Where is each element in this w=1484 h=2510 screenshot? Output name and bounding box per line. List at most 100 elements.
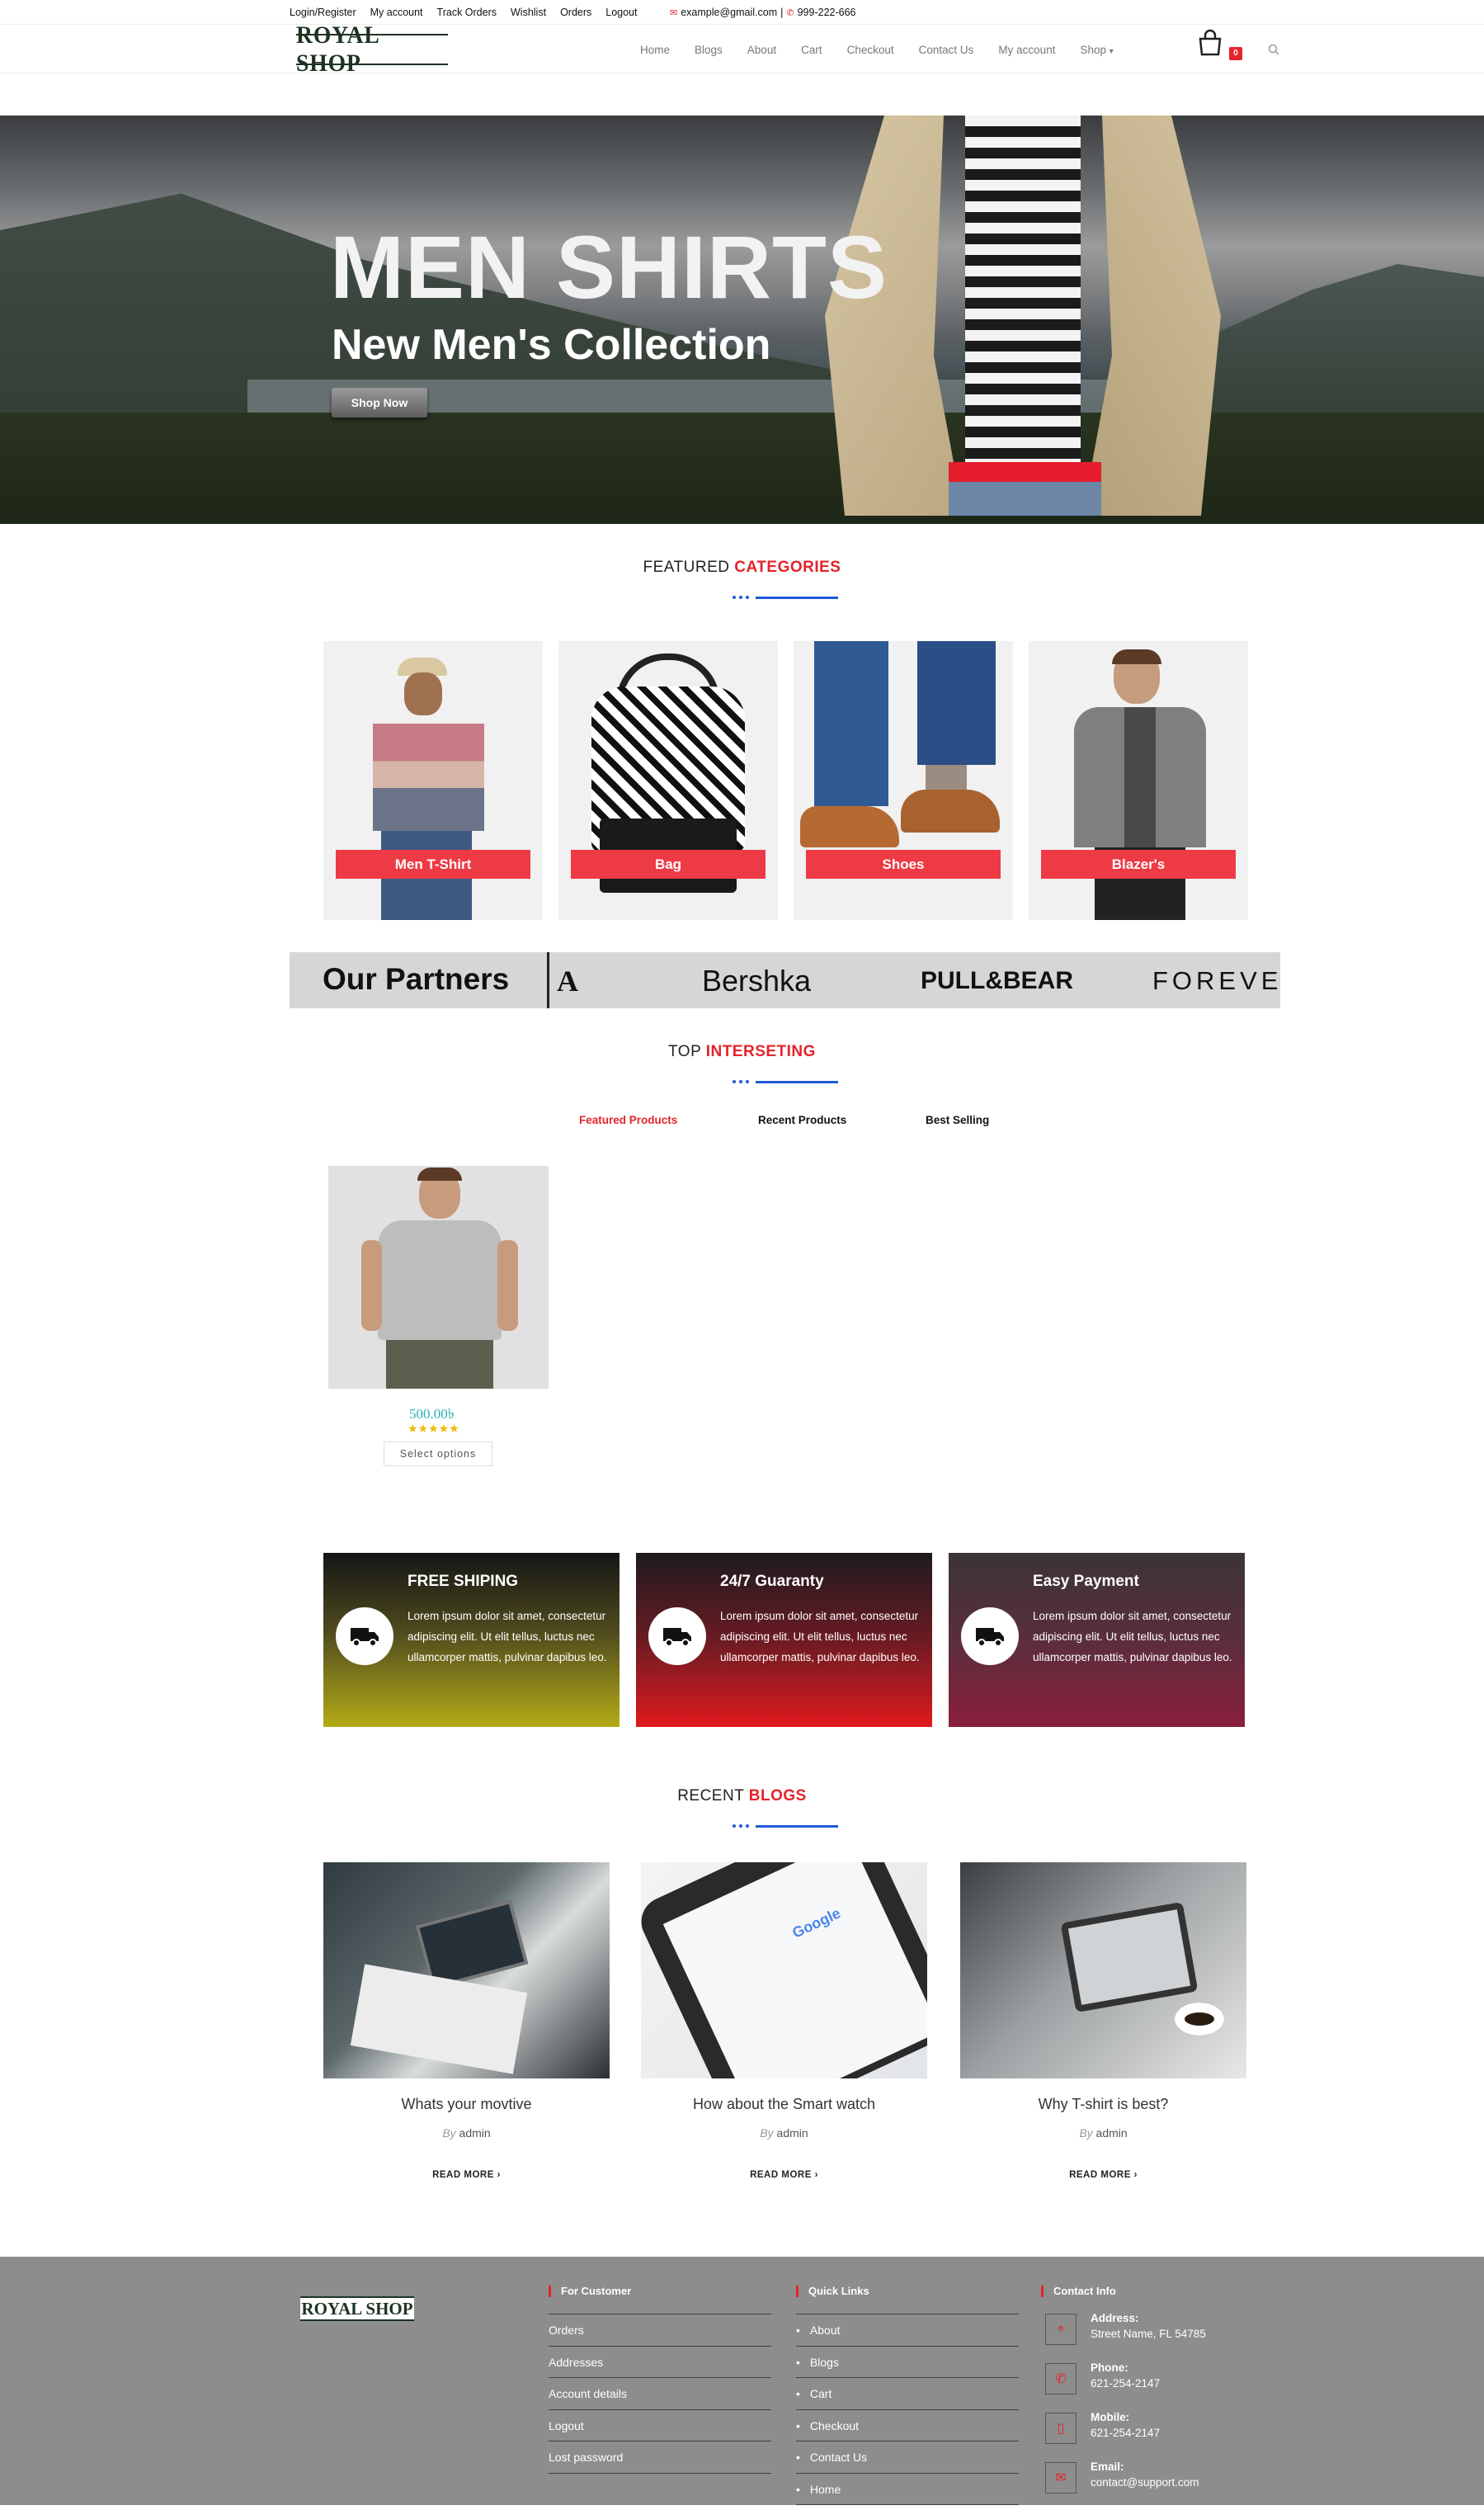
by-label: By (760, 2126, 774, 2140)
contact-value[interactable]: 621-254-2147 (1091, 2427, 1160, 2439)
blog-author: By admin (323, 2126, 610, 2140)
footer-link-orders[interactable]: Orders (549, 2324, 584, 2337)
footer-column-title: Quick Links (796, 2286, 1019, 2297)
contact-value[interactable]: contact@support.com (1091, 2476, 1199, 2489)
read-more-label: READ MORE (1069, 2170, 1131, 2180)
feature-box-payment: Easy Payment Lorem ipsum dolor sit amet,… (949, 1553, 1245, 1727)
contact-label: Phone: (1091, 2361, 1128, 2374)
footer-quick-links-column: Quick Links About Blogs Cart Checkout Co… (796, 2286, 1019, 2505)
nav-cart[interactable]: Cart (801, 44, 822, 56)
title-red: CATEGORIES (734, 559, 841, 576)
title-plain: FEATURED (643, 559, 730, 576)
nav-blogs[interactable]: Blogs (695, 44, 723, 56)
truck-icon (648, 1607, 706, 1665)
blog-title[interactable]: Whats your movtive (323, 2096, 610, 2113)
author-name[interactable]: admin (1096, 2126, 1128, 2140)
blog-image[interactable]: Google (641, 1862, 927, 2078)
read-more-link[interactable]: READ MORE › (323, 2170, 610, 2180)
chevron-right-icon: › (1133, 2170, 1138, 2180)
logout-link[interactable]: Logout (605, 7, 637, 18)
author-name[interactable]: admin (777, 2126, 808, 2140)
nav-about[interactable]: About (747, 44, 776, 56)
email-icon: ✉ (670, 7, 678, 18)
read-more-link[interactable]: READ MORE › (641, 2170, 927, 2180)
partner-logo[interactable]: A (557, 964, 578, 998)
category-men-tshirt[interactable]: Men T-Shirt (323, 641, 543, 920)
title-red: INTERSETING (705, 1043, 816, 1060)
blog-author: By admin (641, 2126, 927, 2140)
tab-recent-products[interactable]: Recent Products (758, 1114, 846, 1126)
footer-link-checkout[interactable]: Checkout (810, 2419, 859, 2432)
footer-link-lost-password[interactable]: Lost password (549, 2451, 623, 2464)
shopping-bag-icon (1199, 29, 1222, 56)
track-orders-link[interactable]: Track Orders (437, 7, 497, 18)
hero-title: MEN SHIRTS (330, 217, 888, 317)
partner-logo[interactable]: FOREVE (1152, 966, 1280, 996)
footer-link-blogs[interactable]: Blogs (810, 2356, 839, 2369)
author-name[interactable]: admin (459, 2126, 491, 2140)
nav-home[interactable]: Home (640, 44, 670, 56)
category-image (373, 658, 484, 920)
wishlist-link[interactable]: Wishlist (511, 7, 546, 18)
hero-forest (0, 413, 1484, 524)
tab-best-selling[interactable]: Best Selling (926, 1114, 989, 1126)
read-more-label: READ MORE (750, 2170, 812, 2180)
blog-image[interactable] (960, 1862, 1246, 2078)
email-icon: ✉ (1045, 2462, 1076, 2493)
footer-link-home[interactable]: Home (810, 2483, 841, 2496)
orders-link[interactable]: Orders (560, 7, 591, 18)
footer-logo[interactable]: ROYAL SHOP (300, 2296, 414, 2321)
feature-title: Easy Payment (1033, 1573, 1139, 1590)
read-more-link[interactable]: READ MORE › (960, 2170, 1246, 2180)
shop-now-button[interactable]: Shop Now (332, 388, 427, 418)
hero-banner: MEN SHIRTS New Men's Collection Shop Now (0, 116, 1484, 524)
chevron-down-icon: ▾ (1109, 47, 1114, 56)
select-options-button[interactable]: Select options (384, 1441, 492, 1466)
contact-label: Mobile: (1091, 2411, 1130, 2423)
top-phone: 999-222-666 (797, 7, 856, 18)
nav-my-account[interactable]: My account (998, 44, 1055, 56)
chevron-right-icon: › (497, 2170, 501, 2180)
contact-value[interactable]: 621-254-2147 (1091, 2377, 1160, 2390)
truck-icon (336, 1607, 393, 1665)
title-plain: TOP (668, 1043, 701, 1060)
chevron-right-icon: › (814, 2170, 818, 2180)
category-blazers[interactable]: Blazer's (1029, 641, 1248, 920)
site-footer: ROYAL SHOP For Customer Orders Addresses… (0, 2257, 1484, 2505)
contact-email: ✉ Email: contact@support.com (1041, 2460, 1288, 2510)
by-label: By (1079, 2126, 1093, 2140)
login-register-link[interactable]: Login/Register (290, 7, 356, 18)
product-image[interactable] (328, 1166, 549, 1389)
nav-contact[interactable]: Contact Us (919, 44, 974, 56)
nav-checkout[interactable]: Checkout (847, 44, 894, 56)
blog-image[interactable] (323, 1862, 610, 2078)
tab-featured-products[interactable]: Featured Products (579, 1114, 677, 1126)
top-contact: ✉ example@gmail.com | ✆ 999-222-666 (670, 7, 856, 18)
category-bag[interactable]: Bag (558, 641, 778, 920)
footer-link-contact[interactable]: Contact Us (810, 2451, 867, 2464)
search-icon[interactable] (1268, 44, 1279, 59)
footer-link-account-details[interactable]: Account details (549, 2387, 627, 2400)
partner-logo[interactable]: PULL&BEAR (921, 967, 1073, 995)
top-links: Login/Register My account Track Orders W… (290, 7, 638, 18)
blog-title[interactable]: Why T-shirt is best? (960, 2096, 1246, 2113)
footer-link-cart[interactable]: Cart (810, 2387, 832, 2400)
footer-column-title: Contact Info (1041, 2286, 1288, 2297)
contact-value: Street Name, FL 54785 (1091, 2328, 1206, 2340)
footer-link-about[interactable]: About (810, 2324, 841, 2337)
category-shoes[interactable]: Shoes (794, 641, 1013, 920)
footer-link-logout[interactable]: Logout (549, 2419, 584, 2432)
contact-phone: ✆ Phone: 621-254-2147 (1041, 2361, 1288, 2411)
blog-title[interactable]: How about the Smart watch (641, 2096, 927, 2113)
truck-icon (961, 1607, 1019, 1665)
footer-link-addresses[interactable]: Addresses (549, 2356, 603, 2369)
rating-stars-icon: ★★★★★ (408, 1422, 459, 1435)
mobile-icon: ▯ (1045, 2413, 1076, 2444)
partners-banner: Our Partners A Bershka PULL&BEAR FOREVE (290, 952, 1280, 1008)
partner-logo[interactable]: Bershka (702, 964, 811, 998)
my-account-link[interactable]: My account (370, 7, 423, 18)
site-logo[interactable]: ROYAL SHOP (296, 21, 448, 77)
cart-button[interactable]: 0 (1196, 29, 1242, 62)
nav-shop[interactable]: Shop ▾ (1080, 44, 1113, 56)
title-underline (733, 593, 838, 602)
